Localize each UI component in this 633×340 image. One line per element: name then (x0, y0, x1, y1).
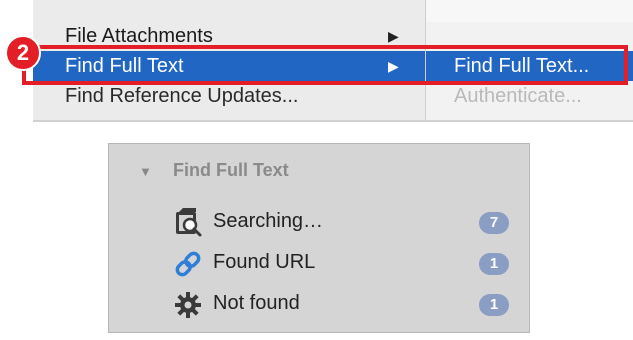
step-number-badge: 2 (5, 35, 41, 71)
find-full-text-submenu: Find Full Text... Authenticate... (425, 0, 633, 120)
menu-item-find-full-text[interactable]: Find Full Text ▶ (33, 51, 425, 81)
count-badge: 7 (479, 212, 509, 234)
group-row-label: Not found (213, 292, 300, 314)
submenu-arrow-icon: ▶ (388, 28, 399, 44)
gear-icon (175, 292, 201, 318)
menu-item-find-reference-updates[interactable]: Find Reference Updates... (33, 81, 425, 111)
group-title: Find Full Text (173, 160, 289, 180)
menu-item-label: File Attachments (65, 25, 213, 47)
submenu-item-label: Find Full Text... (454, 55, 590, 77)
groups-sidebar-panel: ▼ Find Full Text Searching… 7 Found URL (108, 143, 530, 333)
count-badge: 1 (479, 294, 509, 316)
group-row-searching[interactable]: Searching… 7 (109, 202, 529, 242)
context-menu-crop: File Attachments ▶ Find Full Text ▶ Find… (33, 0, 633, 122)
submenu-top-edge (426, 0, 633, 22)
submenu-item-find-full-text[interactable]: Find Full Text... (426, 51, 633, 81)
submenu-arrow-icon: ▶ (388, 58, 399, 74)
search-document-icon (176, 208, 202, 237)
stage: File Attachments ▶ Find Full Text ▶ Find… (0, 0, 633, 340)
submenu-item-label: Authenticate... (454, 85, 582, 107)
group-header-find-full-text[interactable]: ▼ Find Full Text (109, 158, 529, 188)
menu-item-file-attachments[interactable]: File Attachments ▶ (33, 21, 425, 51)
menu-item-label: Find Full Text (65, 55, 184, 77)
group-row-not-found[interactable]: Not found 1 (109, 284, 529, 324)
group-row-label: Found URL (213, 251, 316, 273)
disclosure-triangle-icon[interactable]: ▼ (139, 164, 152, 179)
menu-item-label: Find Reference Updates... (65, 85, 299, 107)
group-row-found-url[interactable]: Found URL 1 (109, 243, 529, 283)
link-icon (175, 251, 201, 277)
references-menu: File Attachments ▶ Find Full Text ▶ Find… (33, 0, 425, 120)
count-badge: 1 (479, 253, 509, 275)
group-row-label: Searching… (213, 210, 324, 232)
submenu-item-authenticate[interactable]: Authenticate... (426, 81, 633, 111)
